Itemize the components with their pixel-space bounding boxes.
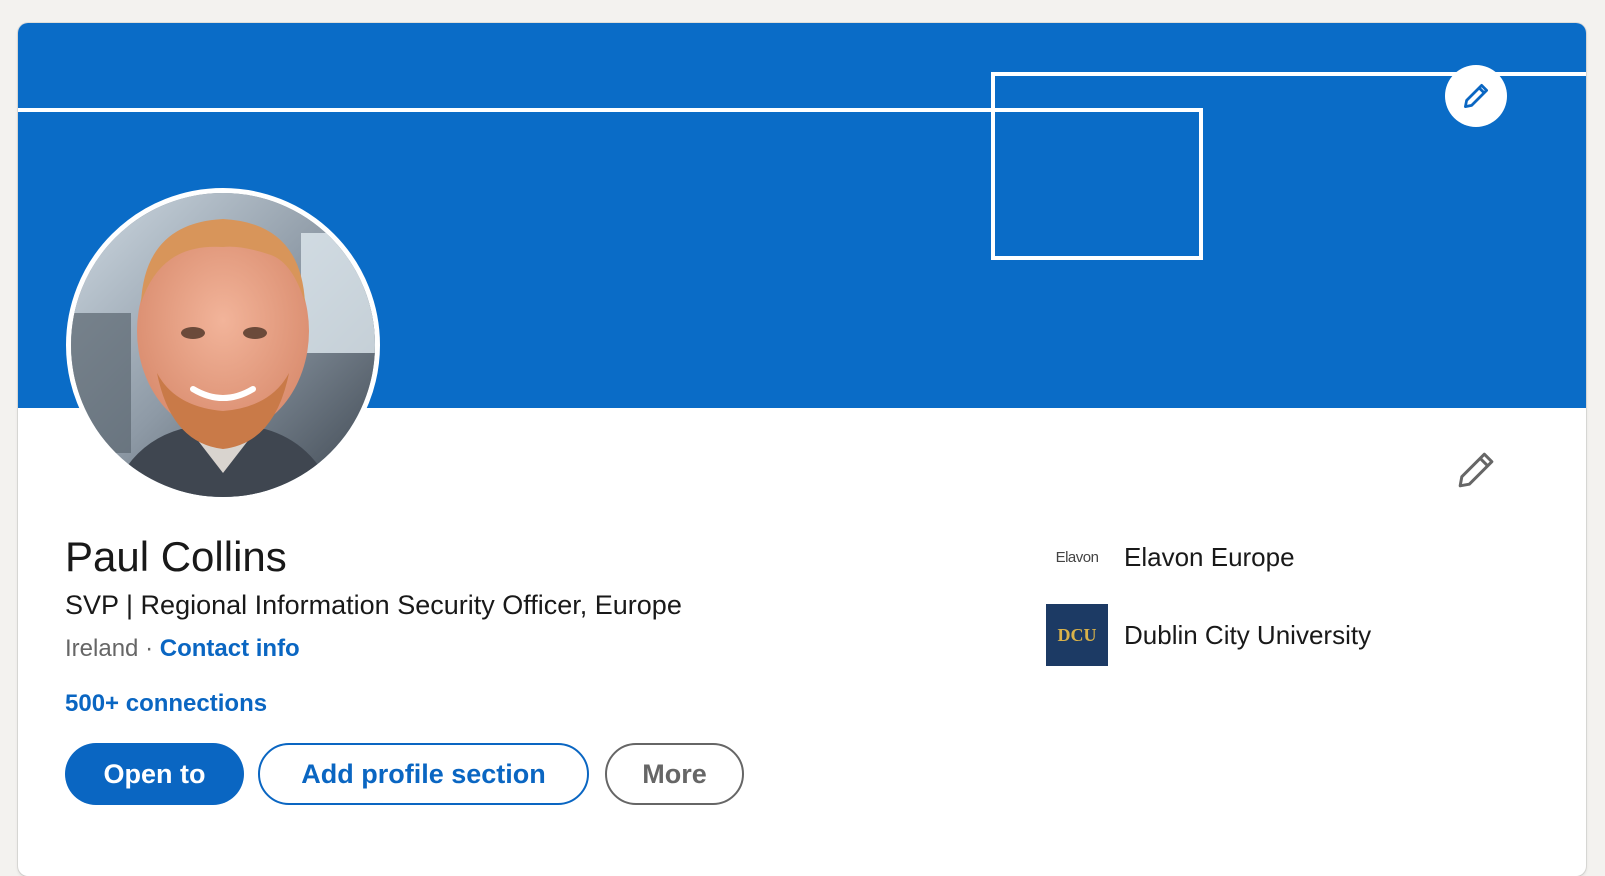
profile-name: Paul Collins: [65, 533, 287, 580]
connections-link[interactable]: 500+ connections: [65, 688, 267, 720]
profile-location: Ireland: [65, 635, 139, 662]
company-name: Elavon Europe: [1124, 541, 1295, 572]
edit-background-button[interactable]: [1445, 65, 1507, 127]
dcu-logo: DCU: [1046, 604, 1108, 666]
profile-top-card: Paul Collins SVP | Regional Information …: [18, 23, 1586, 876]
contact-info-link[interactable]: Contact info: [160, 635, 300, 662]
elavon-logo: Elavon: [1055, 548, 1099, 566]
open-to-button[interactable]: Open to: [65, 743, 244, 805]
profile-photo-image: [71, 193, 375, 497]
pencil-icon: [1464, 84, 1488, 108]
profile-headline: SVP | Regional Information Security Offi…: [65, 590, 682, 620]
more-button[interactable]: More: [605, 743, 744, 805]
location-line: Ireland · Contact info: [65, 633, 300, 665]
education-item[interactable]: DCU Dublin City University: [1046, 604, 1371, 666]
current-company-item[interactable]: Elavon Elavon Europe: [1046, 526, 1295, 588]
profile-photo[interactable]: [66, 188, 380, 502]
add-profile-section-button[interactable]: Add profile section: [258, 743, 589, 805]
school-name: Dublin City University: [1124, 619, 1372, 650]
separator-dot: ·: [145, 635, 154, 662]
edit-intro-button[interactable]: [1453, 447, 1499, 493]
pencil-icon: [1458, 452, 1494, 488]
